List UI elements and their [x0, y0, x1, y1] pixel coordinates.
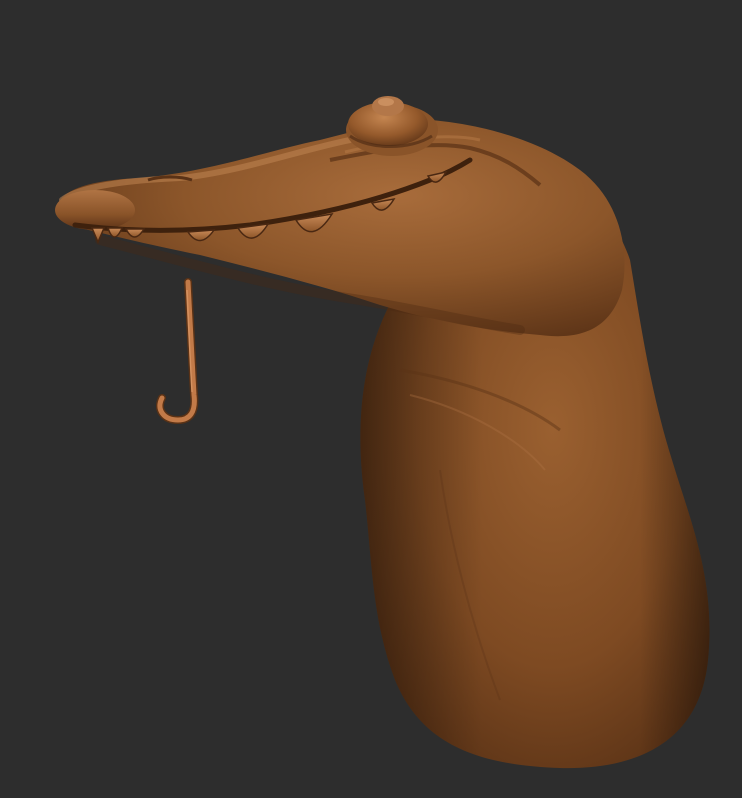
- eye-icon: [346, 96, 438, 156]
- hook-icon: [156, 278, 199, 425]
- crocodile-head-icon: [55, 119, 625, 337]
- sculpt-viewport[interactable]: [0, 0, 742, 798]
- snout-tip: [55, 190, 135, 230]
- crocodile-sculpt-render: [55, 96, 710, 769]
